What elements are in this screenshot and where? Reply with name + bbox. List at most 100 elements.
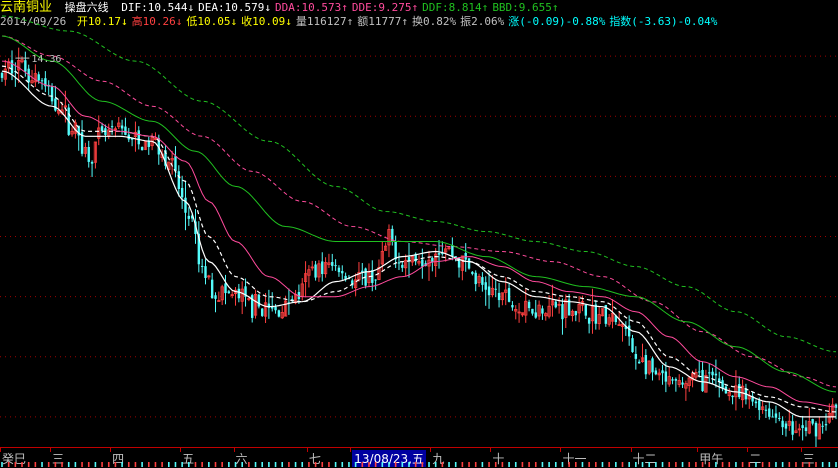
candle-body-158 xyxy=(527,301,531,309)
volume-bar-188 xyxy=(628,462,630,467)
volume-bar-190 xyxy=(635,462,637,467)
candle-body-135 xyxy=(451,245,454,257)
volume-bar-240 xyxy=(801,462,804,467)
x-tick-mark-11 xyxy=(697,448,699,452)
volume-bar-138 xyxy=(461,462,464,467)
volume-bar-20 xyxy=(67,462,70,467)
volume-bar-126 xyxy=(421,462,424,467)
x-tick-mark-6 xyxy=(350,448,352,452)
volume-bar-6 xyxy=(21,462,23,467)
volume-bar-48 xyxy=(161,462,163,467)
candle-body-176 xyxy=(587,317,591,324)
candle-body-64 xyxy=(214,295,217,299)
volume-bar-34 xyxy=(114,462,117,467)
volume-bar-108 xyxy=(361,462,364,467)
volume-bar-192 xyxy=(641,462,644,467)
candle-body-0 xyxy=(0,72,4,78)
candle-body-102 xyxy=(341,271,344,274)
candle-body-209 xyxy=(698,371,701,373)
volume-bar-146 xyxy=(488,462,490,467)
volume-bar-44 xyxy=(147,462,150,467)
candle-body-214 xyxy=(714,373,718,376)
volume-bar-148 xyxy=(494,462,497,467)
candle-body-63 xyxy=(210,279,214,299)
volume-bar-180 xyxy=(601,462,604,467)
volume-bar-12 xyxy=(41,462,43,467)
candle-body-226 xyxy=(754,401,758,404)
volume-bar-96 xyxy=(321,462,324,467)
volume-bar-16 xyxy=(54,462,57,467)
volume-bar-98 xyxy=(328,462,330,467)
candle-body-148 xyxy=(494,288,497,290)
candle-body-175 xyxy=(584,304,587,316)
volume-bar-152 xyxy=(508,462,510,467)
volume-bar-242 xyxy=(808,462,811,467)
x-tick-mark-1 xyxy=(50,448,52,452)
candle-body-96 xyxy=(321,261,324,275)
volume-bar-80 xyxy=(268,462,270,467)
candle-body-83 xyxy=(277,310,281,317)
candle-body-118 xyxy=(394,241,397,260)
candle-body-229 xyxy=(764,409,768,411)
volume-strip xyxy=(1,462,837,467)
candle-body-250 xyxy=(834,404,838,408)
candle-body-168 xyxy=(561,304,564,320)
volume-bar-160 xyxy=(534,462,537,467)
volume-bar-220 xyxy=(735,462,737,467)
volume-bar-136 xyxy=(454,462,457,467)
volume-bar-70 xyxy=(234,462,237,467)
candle-body-37 xyxy=(124,126,127,135)
candle-body-61 xyxy=(204,266,207,278)
volume-bar-250 xyxy=(835,462,837,467)
volume-bar-24 xyxy=(81,462,83,467)
x-tick-mark-4 xyxy=(233,448,235,452)
volume-bar-222 xyxy=(741,462,744,467)
volume-bar-102 xyxy=(341,462,344,467)
volume-bar-92 xyxy=(308,462,310,467)
volume-bar-186 xyxy=(621,462,624,467)
candle-body-227 xyxy=(758,400,761,411)
candle-body-190 xyxy=(634,354,638,359)
volume-bar-112 xyxy=(374,462,377,467)
candlestick-chart: 14.366.78 xyxy=(0,15,838,447)
volume-bar-238 xyxy=(795,462,797,467)
candle-body-3 xyxy=(10,60,14,74)
volume-bar-196 xyxy=(655,462,657,467)
volume-bar-120 xyxy=(401,462,404,467)
volume-bar-2 xyxy=(7,462,10,467)
x-tick-mark-12 xyxy=(747,448,749,452)
volume-bar-166 xyxy=(554,462,557,467)
candle-body-140 xyxy=(467,258,471,269)
volume-bar-176 xyxy=(588,462,590,467)
candle-body-12 xyxy=(40,80,44,82)
candle-body-99 xyxy=(331,262,334,266)
volume-bar-246 xyxy=(821,462,824,467)
candle-body-234 xyxy=(781,420,784,428)
volume-bar-202 xyxy=(675,462,677,467)
candle-body-230 xyxy=(768,408,771,417)
volume-bar-224 xyxy=(748,462,751,467)
volume-bar-204 xyxy=(681,462,684,467)
x-tick-mark-5 xyxy=(306,448,308,452)
candle-body-16 xyxy=(54,98,57,111)
candle-body-30 xyxy=(100,126,104,132)
volume-bar-78 xyxy=(261,462,264,467)
candle-body-120 xyxy=(401,264,404,268)
candle-body-142 xyxy=(474,272,477,285)
candle-body-231 xyxy=(771,416,774,418)
volume-bar-124 xyxy=(414,462,417,467)
volume-bar-64 xyxy=(214,462,217,467)
volume-bar-174 xyxy=(581,462,584,467)
candle-body-233 xyxy=(778,417,781,419)
volume-bar-50 xyxy=(168,462,170,467)
volume-bar-144 xyxy=(481,462,484,467)
candle-body-219 xyxy=(731,395,734,398)
volume-bar-130 xyxy=(434,462,437,467)
candle-body-221 xyxy=(738,384,741,398)
volume-bar-18 xyxy=(61,462,63,467)
volume-bar-162 xyxy=(541,462,544,467)
candle-body-152 xyxy=(507,288,511,302)
volume-bar-200 xyxy=(668,462,670,467)
candle-body-82 xyxy=(274,306,277,311)
candle-body-144 xyxy=(481,277,484,285)
